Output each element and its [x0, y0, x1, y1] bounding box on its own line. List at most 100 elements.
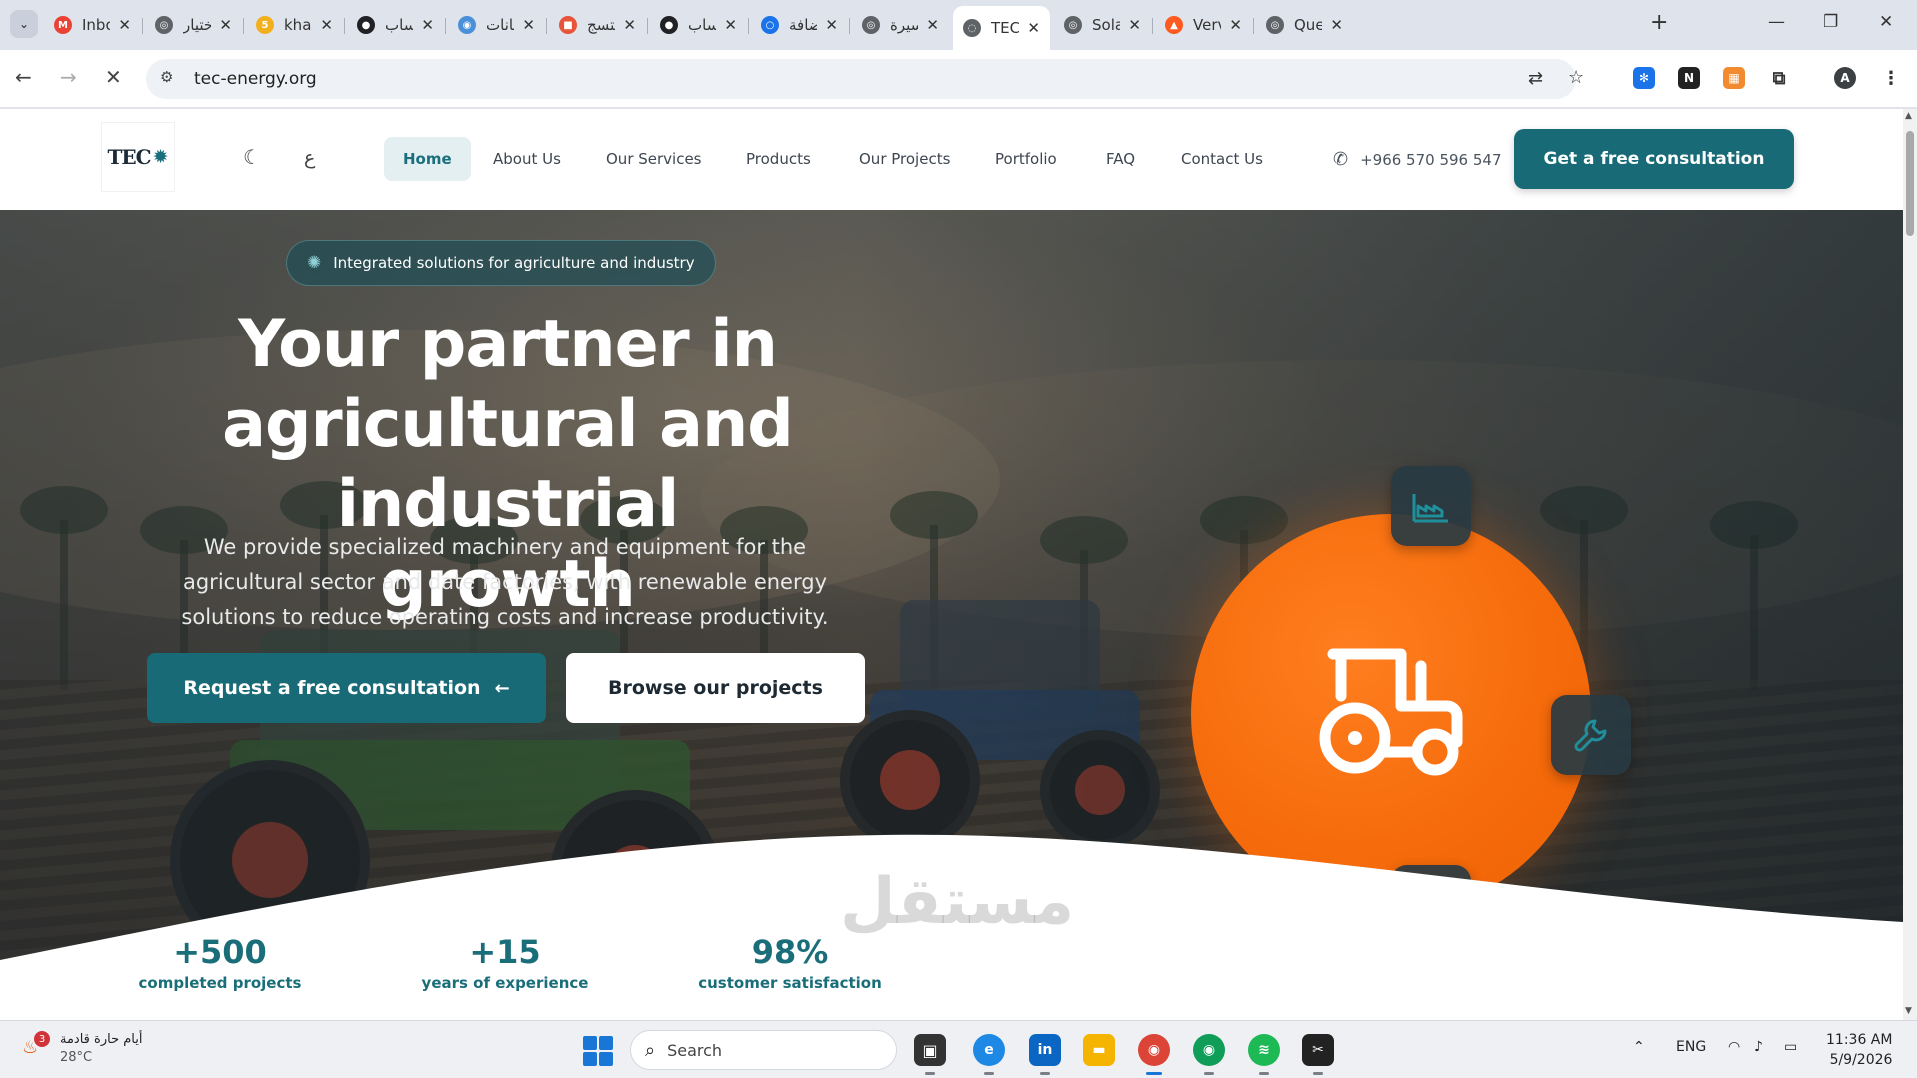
page-scrollbar[interactable]: ▲ ▼ [1903, 109, 1917, 1020]
nav-item-products[interactable]: Products [727, 137, 830, 181]
nav-item-our-projects[interactable]: Our Projects [840, 137, 969, 181]
new-tab-button[interactable]: + [1650, 10, 1668, 35]
browser-tab[interactable]: ▲ Verve ✕ [1155, 8, 1252, 42]
close-tab-icon[interactable]: ✕ [1128, 16, 1141, 34]
tray-chevron-up-icon[interactable]: ⌃ [1633, 1039, 1645, 1055]
scroll-down-icon[interactable]: ▼ [1905, 1006, 1912, 1016]
chrome-profile-icon[interactable]: ◉ [1193, 1034, 1225, 1075]
browser-tab[interactable]: ◎ Queu ✕ [1256, 8, 1353, 42]
volume-icon[interactable]: ♪ [1754, 1039, 1763, 1055]
battery-icon[interactable]: ▭ [1784, 1039, 1797, 1055]
browser-tab-strip: ⌄ M Inbox ✕ ◎ اختيار ✕ 5 kham ✕ ● حساب ✕ ◉ بيانات ✕ ■ ال… [0, 0, 1917, 50]
browser-tab[interactable]: ◎ اختيار ✕ [145, 8, 242, 42]
url-text[interactable]: tec-energy.org [194, 69, 317, 89]
browser-tab[interactable]: ◎ سيرة ✕ [852, 8, 949, 42]
system-clock[interactable]: 11:36 AM 5/9/2026 [1826, 1030, 1892, 1070]
tab-favicon-icon: ■ [559, 16, 577, 34]
close-tab-icon[interactable]: ✕ [926, 16, 939, 34]
nav-item-portfolio[interactable]: Portfolio [976, 137, 1076, 181]
header-phone[interactable]: ✆ +966 570 596 547 [1333, 149, 1502, 170]
extension-notion-icon[interactable]: N [1678, 67, 1700, 89]
close-tab-icon[interactable]: ✕ [421, 16, 434, 34]
weather-widget[interactable]: ♨ 3 أيام حارة قادمة 28°C [22, 1031, 143, 1067]
chrome-icon[interactable]: ◉ [1138, 1034, 1170, 1075]
file-explorer-icon[interactable]: ▬ [1083, 1034, 1115, 1066]
close-tab-icon[interactable]: ✕ [118, 16, 131, 34]
browser-tab[interactable]: ● حساب ✕ [650, 8, 747, 42]
nav-item-faq[interactable]: FAQ [1087, 137, 1154, 181]
browser-tab[interactable]: ◎ Solar ✕ [1054, 8, 1151, 42]
stop-loading-button[interactable]: ✕ [105, 65, 122, 89]
profile-avatar[interactable]: A [1834, 67, 1856, 89]
tab-separator [1152, 18, 1153, 34]
chevron-down-icon: ⌄ [18, 17, 30, 31]
start-button[interactable] [583, 1036, 613, 1066]
tab-title: سيرة [890, 16, 918, 34]
weather-text: أيام حارة قادمة [60, 1032, 143, 1047]
moon-icon[interactable]: ☾ [243, 145, 261, 169]
tab-title: Solar [1092, 16, 1121, 34]
close-tab-icon[interactable]: ✕ [825, 16, 838, 34]
nav-item-contact-us[interactable]: Contact Us [1162, 137, 1282, 181]
tab-favicon-icon: ◌ [963, 19, 981, 37]
nav-item-about-us[interactable]: About Us [474, 137, 580, 181]
close-tab-icon[interactable]: ✕ [1229, 16, 1242, 34]
extensions-puzzle-icon[interactable]: ⧉ [1768, 67, 1790, 89]
close-tab-icon[interactable]: ✕ [219, 16, 232, 34]
taskbar-search-placeholder: Search [667, 1040, 723, 1060]
browser-menu-icon[interactable]: ⋮ [1880, 67, 1902, 89]
browser-tab[interactable]: M Inbox ✕ [44, 8, 141, 42]
bookmark-star-icon[interactable]: ☆ [1568, 67, 1584, 88]
nav-item-home[interactable]: Home [384, 137, 471, 181]
site-logo[interactable]: TEC ✹ [102, 123, 174, 191]
close-tab-icon[interactable]: ✕ [522, 16, 535, 34]
restore-button[interactable]: ❐ [1823, 12, 1838, 32]
close-tab-icon[interactable]: ✕ [1330, 16, 1343, 34]
browser-tab[interactable]: ■ التسج ✕ [549, 8, 646, 42]
language-toggle[interactable]: ع [304, 147, 315, 169]
extension-snowflake-icon[interactable]: ✻ [1633, 67, 1655, 89]
stat-label: customer satisfaction [698, 974, 882, 992]
scroll-up-icon[interactable]: ▲ [1905, 111, 1912, 121]
task-view-icon[interactable]: ▣ [914, 1034, 946, 1075]
linkedin-icon[interactable]: in [1029, 1034, 1061, 1075]
hero-section: ✺ Integrated solutions for agriculture a… [0, 210, 1903, 1020]
edge-icon[interactable]: e [973, 1034, 1005, 1075]
capcut-icon[interactable]: ✂ [1302, 1034, 1334, 1075]
spotify-icon[interactable]: ≋ [1248, 1034, 1280, 1075]
language-indicator[interactable]: ENG [1676, 1039, 1706, 1055]
tab-favicon-icon: ▲ [1165, 16, 1183, 34]
tab-title: إضافة [789, 16, 817, 34]
browser-tab[interactable]: ○ إضافة ✕ [751, 8, 848, 42]
tab-title: بيانات [486, 16, 514, 34]
tab-separator [1253, 18, 1254, 34]
close-tab-icon[interactable]: ✕ [623, 16, 636, 34]
nav-item-our-services[interactable]: Our Services [587, 137, 721, 181]
scroll-thumb[interactable] [1906, 131, 1914, 236]
back-button[interactable]: ← [15, 65, 32, 89]
wifi-icon[interactable]: ◠ [1728, 1039, 1740, 1055]
stat-label: completed projects [138, 974, 302, 992]
translate-icon[interactable]: ⇄ [1528, 68, 1543, 89]
browser-tab[interactable]: ◌ TEC E ✕ [953, 6, 1050, 50]
browser-tab[interactable]: 5 kham ✕ [246, 8, 343, 42]
tab-separator [647, 18, 648, 34]
address-bar[interactable]: ⚙ tec-energy.org ⇄ ☆ [146, 59, 1584, 99]
minimize-button[interactable]: — [1768, 12, 1785, 32]
tab-search-button[interactable]: ⌄ [10, 10, 38, 38]
stat-value: +15 [469, 933, 541, 971]
close-tab-icon[interactable]: ✕ [1027, 19, 1040, 37]
close-tab-icon[interactable]: ✕ [724, 16, 737, 34]
browser-tab[interactable]: ● حساب ✕ [347, 8, 444, 42]
get-consultation-button[interactable]: Get a free consultation [1514, 129, 1794, 189]
tab-separator [243, 18, 244, 34]
stat-label: years of experience [421, 974, 589, 992]
taskbar-search[interactable]: ⌕ Search [630, 1030, 897, 1070]
forward-button[interactable]: → [60, 65, 77, 89]
close-window-button[interactable]: ✕ [1879, 12, 1893, 32]
site-info-icon[interactable]: ⚙ [160, 68, 173, 86]
extension-grid-icon[interactable]: ▦ [1723, 67, 1745, 89]
close-tab-icon[interactable]: ✕ [320, 16, 333, 34]
search-icon: ⌕ [645, 1039, 656, 1061]
browser-tab[interactable]: ◉ بيانات ✕ [448, 8, 545, 42]
